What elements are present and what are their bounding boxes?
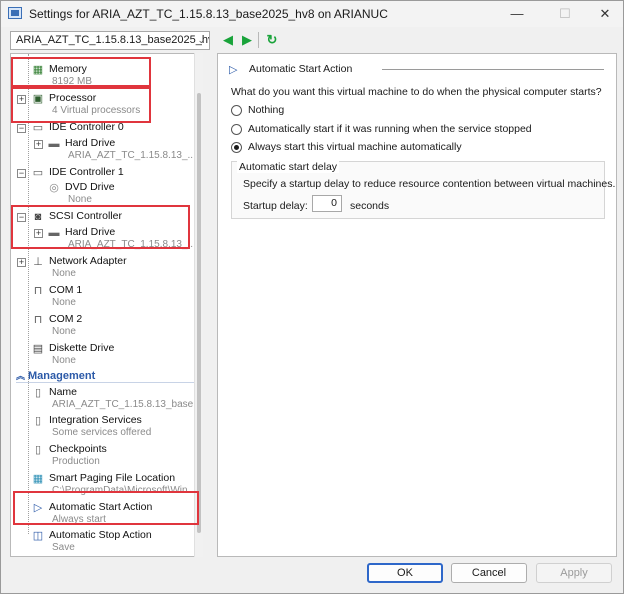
tree-item-detail: ARIA_AZT_TC_1.15.8.13_... (68, 150, 196, 161)
cancel-button[interactable]: Cancel (451, 563, 527, 583)
radio-button[interactable] (231, 105, 242, 116)
tree-item-detail: None (52, 355, 76, 366)
tree-item-label: Hard Drive (65, 137, 116, 149)
tree-item-detail: None (52, 297, 76, 308)
name-icon: ▯ (34, 387, 42, 399)
tree-item-label: Diskette Drive (49, 342, 115, 354)
tree-item-label: Smart Paging File Location (49, 472, 176, 484)
tree-item-checkpoints[interactable]: ▯ Checkpoints Production (11, 442, 197, 470)
tree-item-label: Network Adapter (49, 255, 127, 267)
startup-delay-label: Startup delay: (243, 200, 308, 212)
radio-label: Nothing (248, 104, 285, 116)
network-adapter-icon: ⊥ (33, 256, 43, 268)
smart-paging-icon: ▦ (32, 473, 44, 485)
com-port-icon: ⊓ (33, 285, 43, 297)
vm-selector-value: ARIA_AZT_TC_1.15.8.13_base2025_hv8 (16, 34, 210, 46)
highlight-processor (11, 87, 151, 123)
chevron-down-icon: ⌄ (197, 35, 205, 45)
radio-label: Always start this virtual machine automa… (248, 141, 462, 153)
window-title: Settings for ARIA_AZT_TC_1.15.8.13_base2… (29, 7, 388, 21)
highlight-memory (11, 57, 151, 87)
tree-item-detail: Production (52, 456, 100, 467)
radio-label: Automatically start if it was running wh… (248, 123, 532, 135)
toolbar-divider (258, 32, 259, 48)
settings-window: Settings for ARIA_AZT_TC_1.15.8.13_base2… (0, 0, 624, 594)
expand-icon[interactable]: + (34, 140, 43, 149)
tree-item-label: Integration Services (49, 414, 142, 426)
ide-controller-icon: ▭ (32, 122, 44, 134)
tree-item-detail: Save (52, 542, 75, 553)
checkpoints-icon: ▯ (34, 444, 42, 456)
tree-item-name[interactable]: ▯ Name ARIA_AZT_TC_1.15.8.13_base... (11, 385, 202, 413)
tree-item-label: COM 2 (49, 313, 83, 325)
tree-item-com-1[interactable]: ⊓ COM 1 None (11, 283, 197, 311)
tree-item-diskette-drive[interactable]: ▤ Diskette Drive None (11, 341, 197, 369)
header-divider (382, 69, 604, 70)
delay-description: Specify a startup delay to reduce resour… (243, 178, 616, 190)
delay-unit-label: seconds (350, 200, 390, 212)
hyper-v-settings-icon (8, 7, 22, 19)
tree-item-label: DVD Drive (65, 181, 115, 193)
settings-pane: ▷ Automatic Start Action What do you wan… (217, 53, 617, 557)
collapse-icon[interactable]: − (17, 124, 26, 133)
dvd-drive-icon: ◎ (49, 182, 59, 194)
startup-delay-group: Automatic start delay Specify a startup … (231, 161, 615, 219)
ide-controller-icon: ▭ (32, 167, 44, 179)
tree-item-dvd-drive[interactable]: ◎ DVD Drive None (11, 180, 197, 208)
tree-item-automatic-stop-action[interactable]: ◫ Automatic Stop Action Save (11, 528, 197, 556)
tree-item-label: Name (49, 386, 78, 398)
tree-item-label: Checkpoints (49, 443, 107, 455)
tree-item-com-2[interactable]: ⊓ COM 2 None (11, 312, 197, 340)
hard-drive-icon: ▬ (48, 138, 60, 150)
tree-item-label: COM 1 (49, 284, 83, 296)
start-action-question: What do you want this virtual machine to… (231, 86, 602, 98)
group-title: Automatic start delay (237, 161, 340, 173)
collapse-section-icon[interactable]: ︽ (16, 369, 28, 382)
tree-item-label: Automatic Stop Action (49, 529, 152, 541)
tree-item-network-adapter[interactable]: + ⊥ Network Adapter None (11, 254, 197, 282)
diskette-drive-icon: ▤ (32, 343, 44, 355)
collapse-icon[interactable]: − (17, 169, 26, 178)
radio-button-selected[interactable] (231, 142, 242, 153)
auto-start-icon: ▷ (229, 64, 238, 76)
tree-item-detail: None (52, 326, 76, 337)
close-button[interactable]: ✕ (585, 3, 624, 25)
minimize-button[interactable]: — (497, 3, 537, 25)
back-arrow-icon[interactable]: ◀ (221, 33, 235, 47)
auto-stop-icon: ◫ (32, 530, 44, 542)
tree-item-label: IDE Controller 1 (49, 166, 124, 178)
pane-title: Automatic Start Action (249, 63, 353, 75)
tree-item-detail: None (52, 268, 76, 279)
scrollbar-thumb[interactable] (197, 93, 201, 533)
maximize-button[interactable]: ☐ (545, 3, 585, 25)
apply-button[interactable]: Apply (536, 563, 612, 583)
tree-item-detail: ARIA_AZT_TC_1.15.8.13_base... (52, 399, 202, 410)
tree-item-hard-drive-ide[interactable]: + ▬ Hard Drive ARIA_AZT_TC_1.15.8.13_... (11, 136, 197, 164)
tree-item-detail: Some services offered (52, 427, 152, 438)
integration-services-icon: ▯ (34, 415, 42, 427)
section-title: Management (28, 370, 96, 382)
management-section-header[interactable]: ︽ Management (16, 369, 198, 383)
radio-button[interactable] (231, 124, 242, 135)
startup-delay-input[interactable]: 0 (312, 195, 342, 212)
tree-item-integration-services[interactable]: ▯ Integration Services Some services off… (11, 413, 197, 441)
com-port-icon: ⊓ (33, 314, 43, 326)
refresh-icon[interactable]: ↻ (265, 33, 279, 47)
settings-tree[interactable]: ▦ Memory 8192 MB + ▣ Processor 4 Virtual… (10, 53, 203, 557)
ok-button[interactable]: OK (367, 563, 443, 583)
forward-arrow-icon[interactable]: ▶ (240, 33, 254, 47)
highlight-automatic-start-action (13, 491, 199, 525)
expand-icon[interactable]: + (17, 258, 26, 267)
tree-item-detail: None (68, 194, 92, 205)
title-bar[interactable]: Settings for ARIA_AZT_TC_1.15.8.13_base2… (1, 1, 623, 27)
highlight-scsi-controller (11, 205, 190, 249)
tree-scrollbar[interactable] (194, 53, 203, 557)
vm-selector-dropdown[interactable]: ARIA_AZT_TC_1.15.8.13_base2025_hv8 ⌄ (10, 31, 210, 50)
